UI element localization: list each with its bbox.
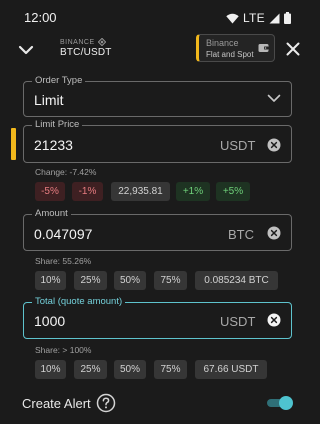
order-type-value: Limit <box>34 92 64 108</box>
total-input[interactable]: 1000 <box>34 313 65 329</box>
total-25-button[interactable]: 25% <box>74 360 107 379</box>
order-header: BINANCE BTC/USDT Binance Flat and Spot <box>0 34 313 68</box>
total-50-button[interactable]: 50% <box>114 360 146 379</box>
price-minus-5-button[interactable]: -5% <box>35 182 65 201</box>
amount-max-button[interactable]: 0.085234 BTC <box>195 271 278 290</box>
total-10-button[interactable]: 10% <box>35 360 66 379</box>
price-marker <box>11 128 16 160</box>
total-max-button[interactable]: 67.66 USDT <box>195 360 267 379</box>
clear-icon[interactable] <box>267 313 281 327</box>
limit-price-field[interactable]: Limit Price 21233 USDT <box>23 119 292 163</box>
clear-icon[interactable] <box>267 226 281 240</box>
limit-price-unit: USDT <box>220 138 256 153</box>
order-type-select[interactable]: Order Type Limit <box>23 75 292 117</box>
amount-input[interactable]: 0.047097 <box>34 226 92 242</box>
limit-price-label: Limit Price <box>32 119 83 131</box>
price-plus-5-button[interactable]: +5% <box>216 182 250 201</box>
close-icon[interactable] <box>284 40 302 58</box>
total-share-text: Share: > 100% <box>35 345 92 355</box>
amount-75-button[interactable]: 75% <box>154 271 187 290</box>
total-75-button[interactable]: 75% <box>154 360 187 379</box>
create-alert-toggle[interactable] <box>267 396 293 410</box>
status-bar: 12:00 LTE <box>0 0 313 34</box>
amount-field[interactable]: Amount 0.047097 BTC <box>23 208 292 251</box>
clear-icon[interactable] <box>267 138 281 152</box>
price-plus-1-button[interactable]: +1% <box>176 182 210 201</box>
chevron-down-icon[interactable] <box>16 40 36 60</box>
total-field[interactable]: Total (quote amount) 1000 USDT <box>23 296 292 339</box>
price-change-text: Change: -7.42% <box>35 167 97 177</box>
network-type: LTE <box>242 11 265 25</box>
status-time: 12:00 <box>24 10 57 25</box>
account-selector[interactable]: Binance Flat and Spot <box>196 34 275 62</box>
help-icon[interactable] <box>96 393 116 413</box>
toggle-knob <box>279 396 293 410</box>
price-current-button[interactable]: 22,935.81 <box>111 182 170 201</box>
total-unit: USDT <box>220 314 256 329</box>
price-minus-1-button[interactable]: -1% <box>72 182 103 201</box>
account-type: Flat and Spot <box>206 50 254 59</box>
amount-50-button[interactable]: 50% <box>114 271 146 290</box>
chevron-down-icon <box>267 94 281 102</box>
status-icons: LTE <box>226 11 291 25</box>
signal-icon <box>269 13 280 23</box>
battery-icon <box>284 12 291 24</box>
instrument-info: BINANCE BTC/USDT <box>60 38 112 58</box>
account-name: Binance <box>206 38 239 48</box>
binance-logo-icon <box>97 38 106 46</box>
create-alert-label: Create Alert <box>22 396 91 411</box>
wallet-icon <box>258 44 269 52</box>
order-type-label: Order Type <box>32 75 86 87</box>
trading-pair: BTC/USDT <box>60 47 112 58</box>
amount-unit: BTC <box>228 227 254 242</box>
amount-label: Amount <box>32 208 71 220</box>
exchange-name: BINANCE <box>60 38 95 46</box>
amount-share-text: Share: 55.26% <box>35 256 92 266</box>
wifi-icon <box>226 13 239 23</box>
amount-25-button[interactable]: 25% <box>74 271 107 290</box>
amount-10-button[interactable]: 10% <box>35 271 66 290</box>
limit-price-input[interactable]: 21233 <box>34 137 73 153</box>
total-label: Total (quote amount) <box>32 296 126 308</box>
